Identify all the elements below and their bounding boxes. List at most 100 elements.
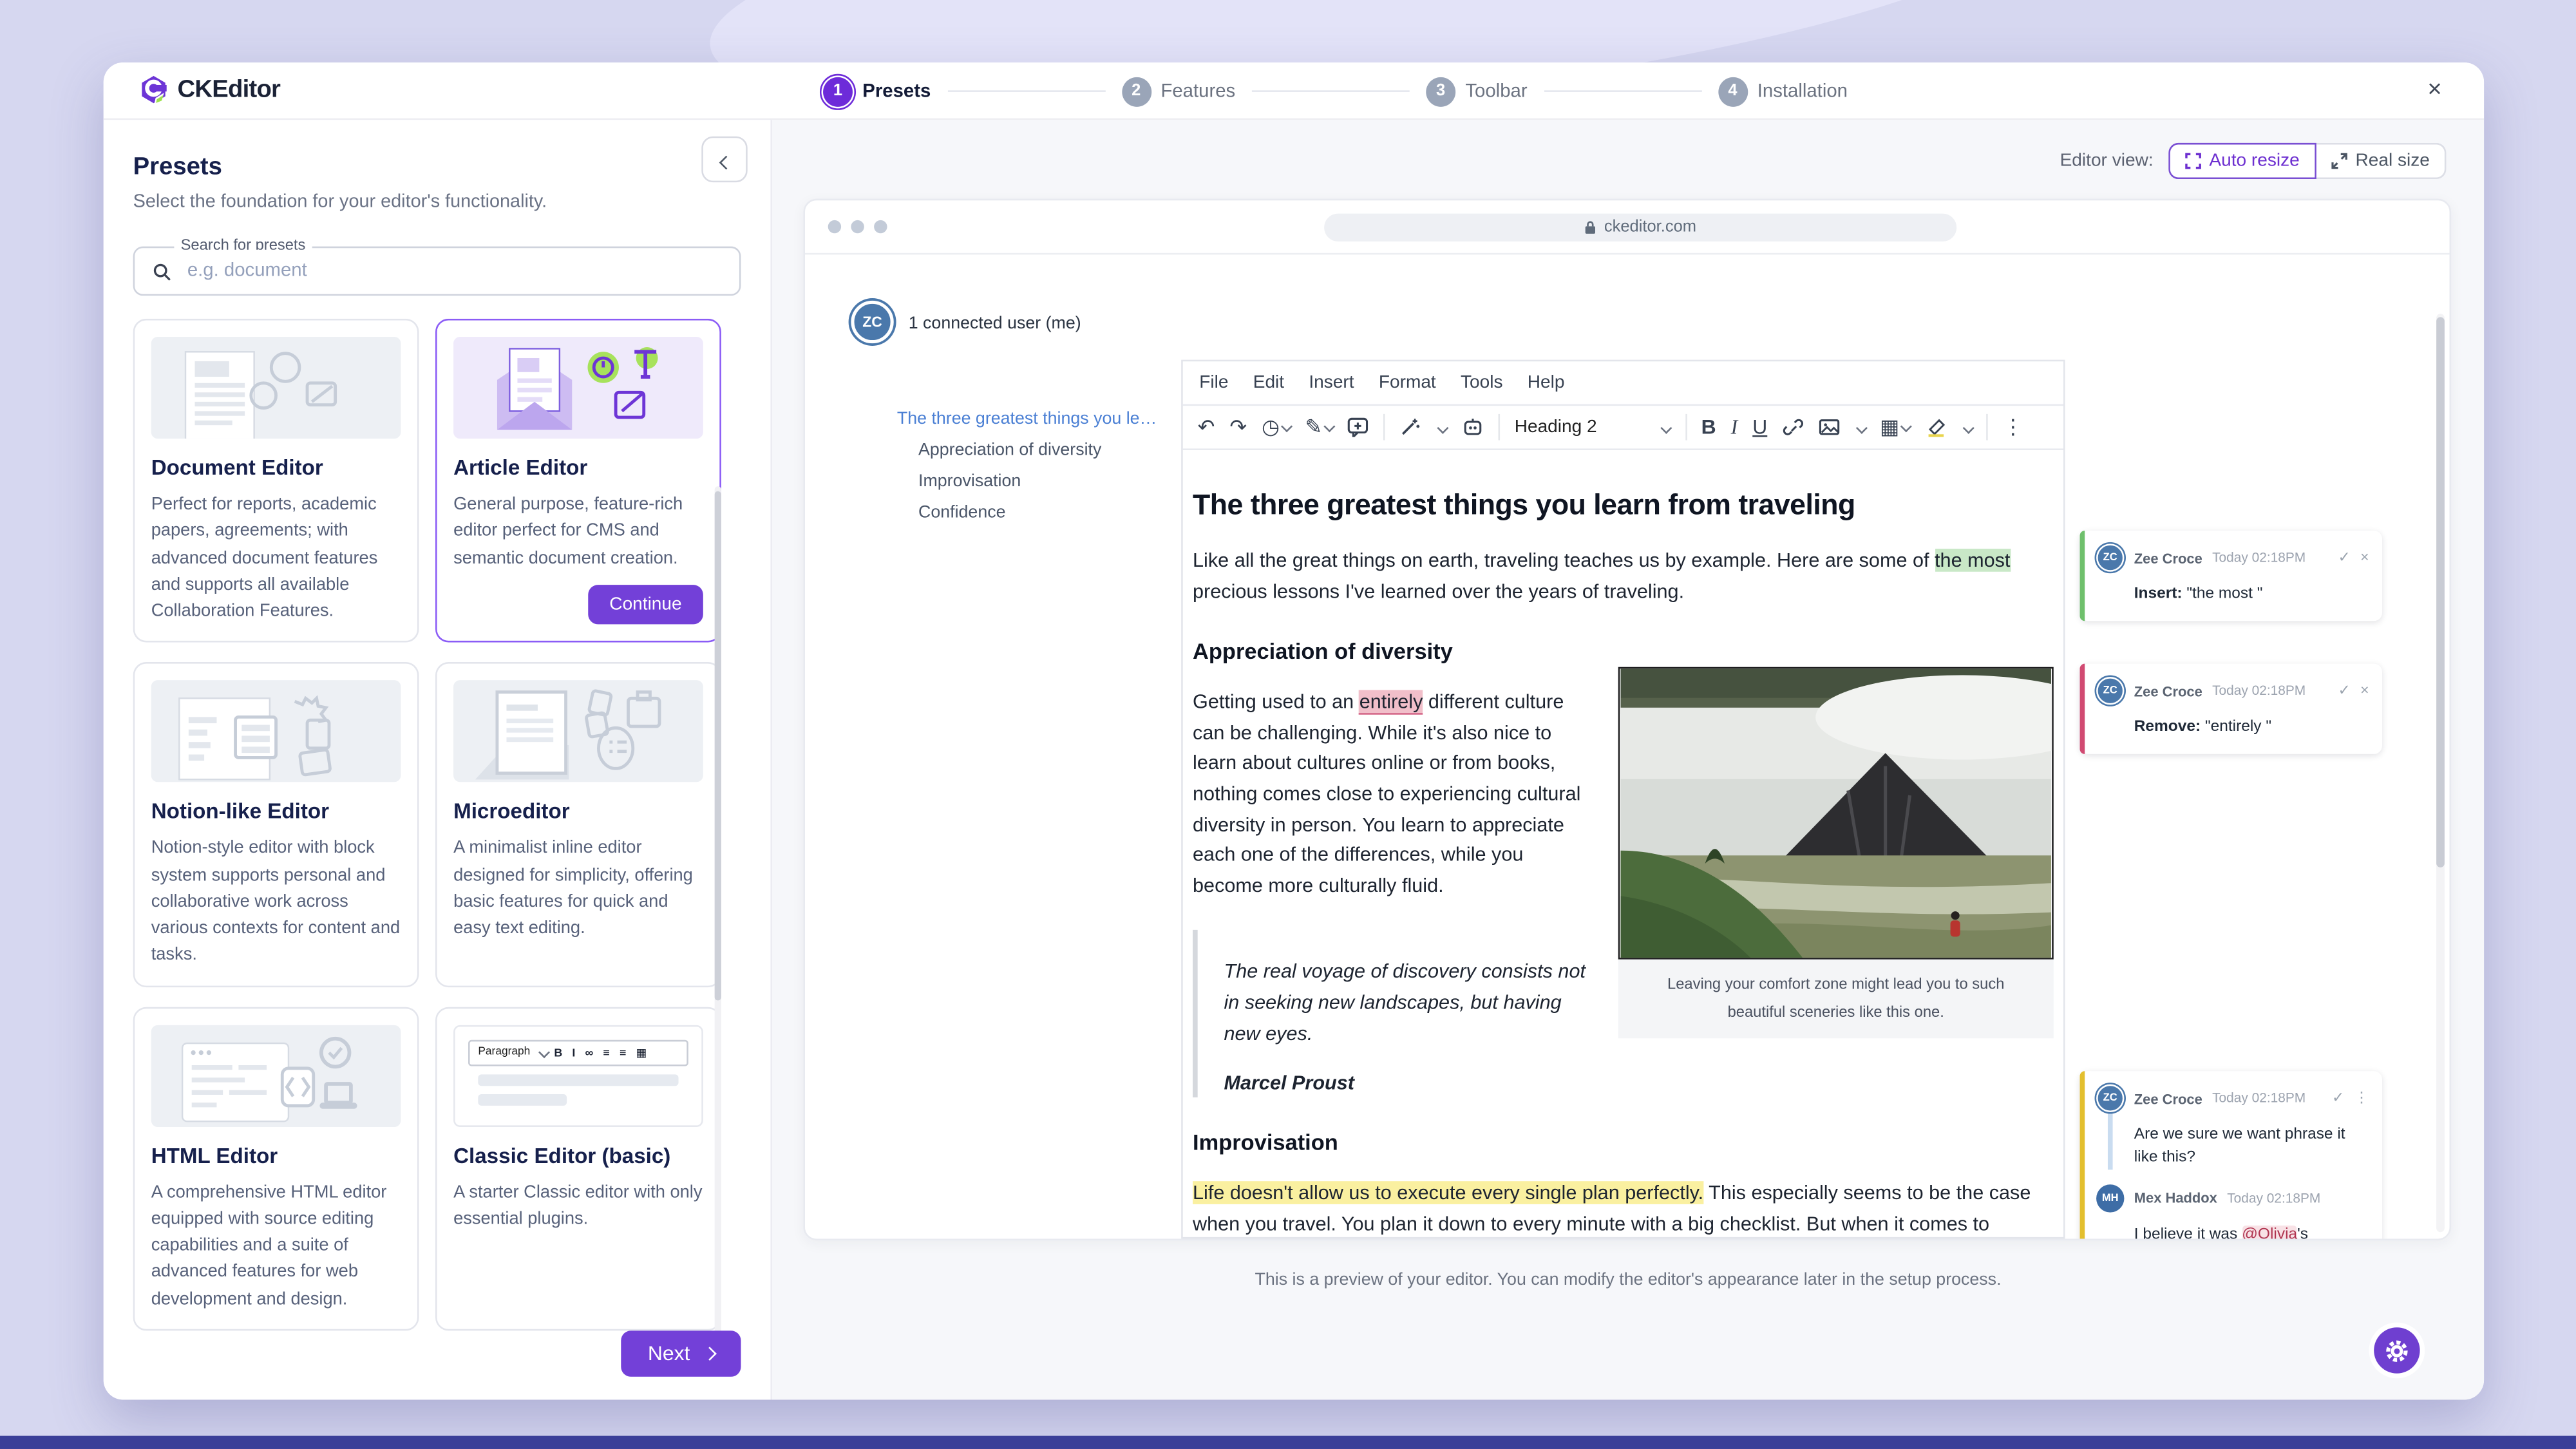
section-heading: Appreciation of diversity (1193, 639, 1453, 665)
add-comment-icon[interactable] (1348, 417, 1369, 437)
presets-sidebar: Presets Select the foundation for your e… (103, 120, 772, 1400)
search-icon (153, 263, 171, 281)
close-icon[interactable]: × (2418, 74, 2451, 107)
real-size-toggle[interactable]: Real size (2316, 142, 2447, 180)
preset-card-title: Article Editor (453, 455, 588, 480)
suggestion-card-insert[interactable]: ZC Zee Croce Today 02:18PM ✓ × Insert: "… (2079, 530, 2382, 621)
comment-thread-card[interactable]: ZC Zee Croce Today 02:18PM ✓ ⋮ Are we su… (2079, 1071, 2382, 1239)
step-label: Presets (862, 81, 931, 101)
avatar: MH (2096, 1184, 2125, 1213)
undo-icon[interactable]: ↶ (1198, 417, 1215, 437)
ai-assistant-icon[interactable] (1462, 417, 1483, 437)
step-connector (1251, 90, 1410, 93)
document-image-block[interactable]: Leaving your comfort zone might lead you… (1618, 667, 2054, 1038)
step-installation[interactable]: 4 Installation (1718, 76, 1848, 106)
avatar: ZC (2096, 677, 2125, 705)
preset-card-title: Classic Editor (basic) (453, 1142, 671, 1168)
preset-card-title: HTML Editor (151, 1142, 278, 1168)
comment-author: Mex Haddox (2134, 1189, 2217, 1207)
avatar: ZC (2096, 1084, 2125, 1113)
text-placeholder (478, 1074, 679, 1086)
sidebar-scrollbar[interactable] (714, 486, 721, 1338)
menu-tools[interactable]: Tools (1461, 373, 1503, 393)
comment-timestamp: Today 02:18PM (2212, 683, 2306, 699)
toolbar-separator (1383, 413, 1386, 440)
wizard-header: CKEditor 1 Presets 2 Features 3 Toolbar (103, 62, 2485, 120)
paragraph: Getting used to an entirely different cu… (1193, 690, 1581, 897)
insert-table-icon[interactable]: ▦ (1880, 417, 1912, 437)
resolve-comment-icon[interactable]: ✓ (2332, 1089, 2344, 1107)
magic-wand-icon[interactable] (1400, 417, 1421, 437)
mention-link[interactable]: @Olivia (2242, 1225, 2298, 1239)
underline-icon[interactable]: U (1752, 417, 1767, 437)
comment-options-icon[interactable]: ⋮ (2354, 1089, 2369, 1107)
chevron-down-icon (538, 1047, 549, 1058)
menu-format[interactable]: Format (1379, 373, 1436, 393)
mini-editor-body (468, 1065, 688, 1112)
menu-edit[interactable]: Edit (1253, 373, 1284, 393)
document-outline: The three greatest things you lear… Appr… (897, 409, 1160, 522)
settings-fab-button[interactable] (2374, 1327, 2420, 1374)
history-icon[interactable]: ◷ (1262, 417, 1292, 437)
connected-users-status: 1 connected user (me) (908, 314, 1081, 334)
step-connector (1544, 90, 1701, 93)
step-features[interactable]: 2 Features (1121, 76, 1236, 106)
bold-icon[interactable]: B (1701, 417, 1716, 437)
scrollbar-thumb[interactable] (2436, 317, 2445, 867)
mini-toolbar-icons: B I ∞ ≡ ≡ ▦ (554, 1047, 650, 1059)
document-body[interactable]: The three greatest things you learn from… (1183, 488, 2063, 1239)
track-changes-icon[interactable]: ✎ (1305, 417, 1335, 437)
preset-card-classic-editor[interactable]: Paragraph B I ∞ ≡ ≡ ▦ Classic Editor (ba… (435, 1006, 721, 1331)
address-bar[interactable]: ckeditor.com (1324, 213, 1957, 242)
scrollbar-thumb[interactable] (714, 491, 721, 1001)
redo-icon[interactable]: ↷ (1229, 417, 1247, 437)
preview-scrollbar[interactable] (2436, 314, 2445, 1233)
discard-suggestion-icon[interactable]: × (2360, 682, 2369, 700)
outline-item[interactable]: Confidence (918, 503, 1160, 523)
preset-card-notion-like-editor[interactable]: Notion-like Editor Notion-style editor w… (133, 662, 419, 987)
menu-help[interactable]: Help (1528, 373, 1565, 393)
menu-file[interactable]: File (1199, 373, 1228, 393)
suggestion-card-remove[interactable]: ZC Zee Croce Today 02:18PM ✓ × Remove: "… (2079, 663, 2382, 754)
ckeditor-logo-icon (142, 75, 167, 105)
link-icon[interactable] (1782, 417, 1803, 437)
preset-card-article-editor[interactable]: Article Editor General purpose, feature-… (435, 318, 721, 643)
auto-resize-toggle[interactable]: Auto resize (2168, 142, 2316, 180)
more-options-icon[interactable]: ⋮ (2003, 417, 2023, 437)
search-input[interactable] (184, 249, 726, 293)
preset-thumbnail (151, 336, 401, 439)
step-presets[interactable]: 1 Presets (819, 72, 931, 110)
corners-icon (2184, 153, 2201, 169)
editor-menubar: File Edit Insert Format Tools Help (1182, 361, 2064, 406)
next-button[interactable]: Next (621, 1331, 741, 1377)
micro-illustration-icon (475, 690, 661, 781)
quote-author: Marcel Proust (1224, 1071, 1354, 1095)
collapse-sidebar-button[interactable] (701, 136, 748, 183)
preset-card-document-editor[interactable]: Document Editor Perfect for reports, aca… (133, 318, 419, 643)
italic-icon[interactable]: I (1731, 417, 1738, 437)
preset-card-microeditor[interactable]: Microeditor A minimalist inline editor d… (435, 662, 721, 987)
preset-thumbnail (151, 1024, 401, 1127)
insert-image-icon[interactable] (1818, 417, 1839, 437)
page-subtitle: Select the foundation for your editor's … (133, 192, 547, 213)
preset-card-html-editor[interactable]: HTML Editor A comprehensive HTML editor … (133, 1006, 419, 1331)
outline-item-title[interactable]: The three greatest things you lear… (897, 409, 1160, 429)
accept-suggestion-icon[interactable]: ✓ (2338, 682, 2351, 700)
window-dots-icon (828, 220, 887, 234)
paragraph: Life doesn't allow us to execute every s… (1193, 1181, 2031, 1235)
menu-insert[interactable]: Insert (1309, 373, 1354, 393)
page-title: Presets (133, 153, 222, 181)
outline-item[interactable]: Appreciation of diversity (918, 440, 1160, 460)
step-label: Features (1160, 81, 1236, 101)
bottom-taskbar (0, 1435, 2576, 1449)
preview-footnote: This is a preview of your editor. You ca… (1255, 1269, 2002, 1290)
discard-suggestion-icon[interactable]: × (2360, 549, 2369, 567)
window-dot (851, 220, 864, 234)
continue-button[interactable]: Continue (588, 585, 703, 625)
step-toolbar[interactable]: 3 Toolbar (1426, 76, 1528, 106)
avatar: ZC (2096, 544, 2125, 572)
accept-suggestion-icon[interactable]: ✓ (2338, 549, 2351, 567)
heading-dropdown[interactable]: Heading 2 (1515, 417, 1672, 437)
highlight-marker-icon[interactable] (1925, 417, 1946, 437)
outline-item[interactable]: Improvisation (918, 471, 1160, 491)
